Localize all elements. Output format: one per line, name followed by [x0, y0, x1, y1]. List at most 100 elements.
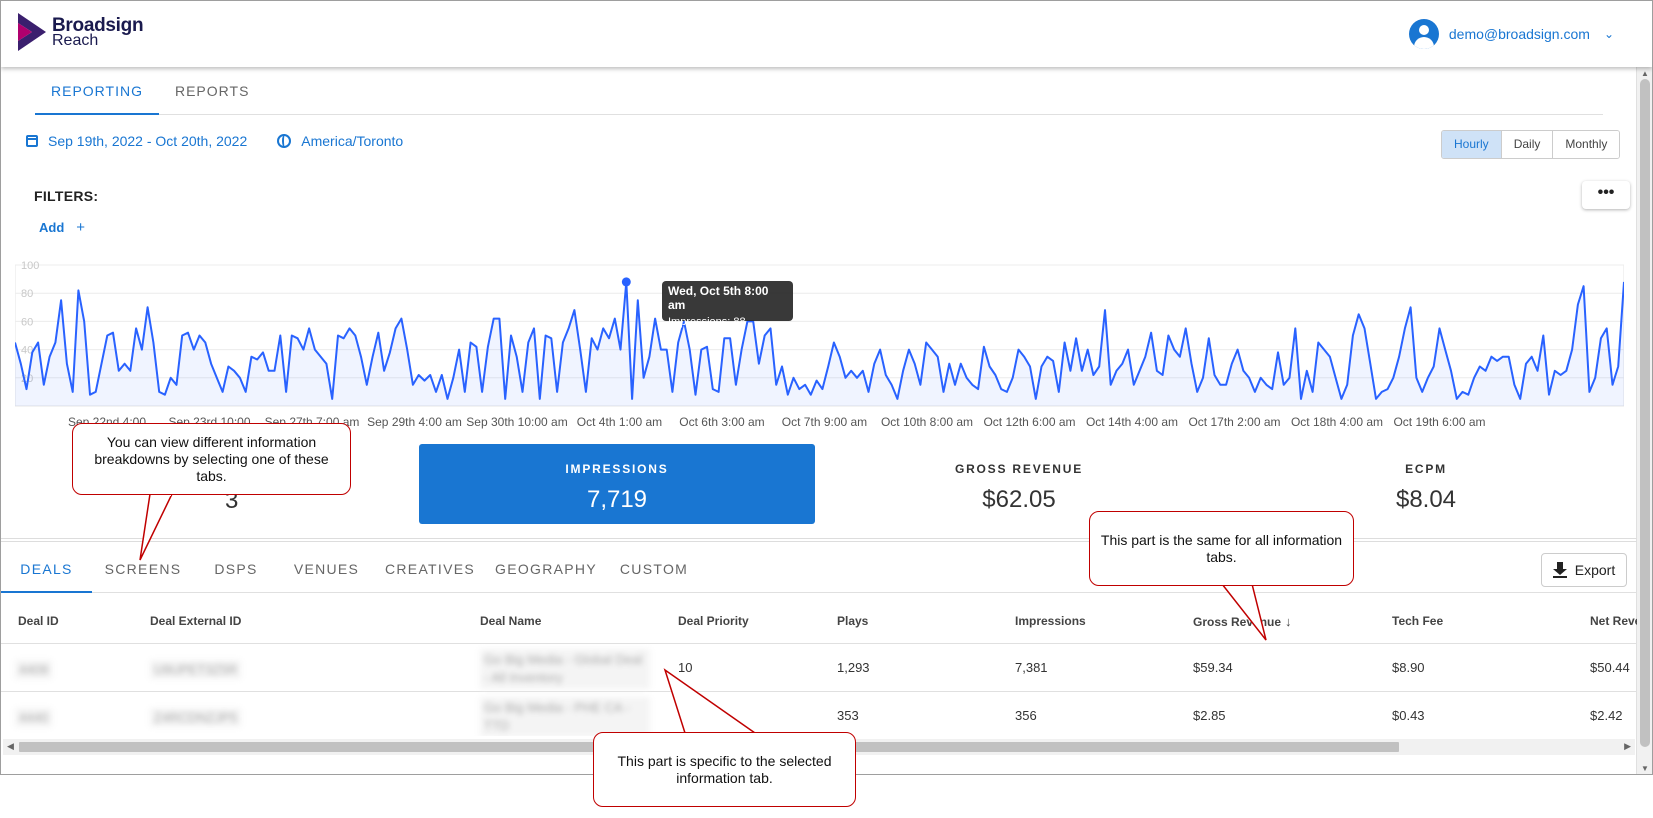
cell-deal-id: 4440 [15, 708, 52, 727]
tab-venues[interactable]: VENUES [278, 549, 375, 593]
kpi-value: 7,719 [586, 486, 648, 513]
plus-icon: + [76, 219, 86, 236]
kpi-label: GROSS REVENUE [954, 462, 1084, 476]
table-row[interactable]: 4440 Z4RCDNZJP5 Go Big Media - PHE CA - … [1, 692, 1637, 736]
granularity-toggle: Hourly Daily Monthly [1441, 130, 1621, 159]
deals-table: Deal ID Deal External ID Deal Name Deal … [1, 596, 1637, 736]
cell-impressions: 356 [1015, 708, 1037, 723]
app-header: Broadsign Reach demo@broadsign.com ⌄ [1, 1, 1652, 67]
date-timezone-row: Sep 19th, 2022 - Oct 20th, 2022 America/… [26, 133, 403, 149]
tab-dsps[interactable]: DSPS [194, 549, 278, 593]
granularity-monthly-button[interactable]: Monthly [1552, 131, 1620, 158]
brand-product: Reach [52, 32, 99, 49]
chart-x-tick-label: Oct 18th 4:00 am [1290, 415, 1384, 429]
section-divider [1, 538, 1637, 542]
chart-x-tick-label: Oct 17th 2:00 am [1188, 415, 1281, 429]
tab-geography[interactable]: GEOGRAPHY [485, 549, 607, 593]
cell-tech-fee: $8.90 [1392, 660, 1425, 675]
chart-tooltip: Wed, Oct 5th 8:00 am Impressions: 88 [662, 281, 793, 328]
chart-x-tick-label: Oct 4th 1:00 am [576, 415, 663, 429]
scroll-right-arrow-icon[interactable]: ▶ [1624, 741, 1631, 752]
cell-deal-name: Go Big Media - PHE CA - TTD [480, 697, 650, 736]
timezone-selector[interactable]: America/Toronto [301, 133, 403, 149]
user-email: demo@broadsign.com [1448, 26, 1590, 42]
kpi-label: ECPM [1405, 462, 1447, 476]
chart-x-tick-label: Oct 7th 9:00 am [781, 415, 868, 429]
account-avatar-icon [1408, 19, 1439, 49]
column-header-deal-priority[interactable]: Deal Priority [678, 614, 749, 628]
kpi-value: $62.05 [982, 486, 1056, 513]
cell-deal-external-id: Z4RCDNZJP5 [150, 708, 242, 727]
date-range-picker[interactable]: Sep 19th, 2022 - Oct 20th, 2022 [48, 133, 247, 149]
granularity-daily-button[interactable]: Daily [1500, 131, 1553, 158]
calendar-icon[interactable] [26, 135, 38, 147]
callout-tabs-note: You can view different information break… [72, 423, 351, 495]
cell-deal-external-id: U9UPET3Z5R [150, 660, 242, 679]
tab-reports[interactable]: REPORTS [159, 71, 265, 115]
more-options-button[interactable]: ••• [1582, 181, 1630, 209]
chart-x-tick-label: Oct 14th 4:00 am [1085, 415, 1179, 429]
gross-revenue-header-label: Gross Revenue [1193, 615, 1282, 629]
chart-x-tick-label: Oct 10th 8:00 am [880, 415, 974, 429]
cell-gross-revenue: $2.85 [1193, 708, 1226, 723]
tooltip-value: Impressions: 88 [668, 316, 746, 328]
tab-creatives[interactable]: CREATIVES [375, 549, 485, 593]
cell-deal-name: Go Big Media - Global Deal - All Invento… [480, 649, 650, 689]
chart-x-tick-label: Sep 30th 10:00 am [466, 415, 568, 429]
download-icon [1552, 562, 1567, 578]
column-header-gross-revenue[interactable]: Gross Revenue ↓ [1193, 614, 1292, 629]
scrollbar-thumb[interactable] [1640, 79, 1650, 747]
scroll-left-arrow-icon[interactable]: ◀ [7, 741, 14, 752]
add-filter-button[interactable]: Add + [39, 219, 85, 236]
cell-deal-id: 4409 [15, 660, 52, 679]
add-filter-label: Add [39, 220, 65, 235]
cell-net-revenue: $2.42 [1590, 708, 1623, 723]
column-header-deal-id[interactable]: Deal ID [18, 614, 59, 628]
tab-deals[interactable]: DEALS [1, 549, 92, 593]
cell-net-revenue: $50.44 [1590, 660, 1630, 675]
chevron-down-icon: ⌄ [1603, 27, 1614, 41]
impressions-chart[interactable]: 20406080100 [15, 253, 1624, 428]
scroll-down-arrow-icon[interactable]: ▼ [1641, 764, 1649, 773]
tooltip-title: Wed, Oct 5th 8:00 am [668, 284, 769, 312]
cell-impressions: 7,381 [1015, 660, 1048, 675]
chart-x-tick-label: Oct 19th 6:00 am [1393, 415, 1486, 429]
chart-x-tick-label: Sep 29th 4:00 am [367, 415, 462, 429]
kpi-value: $8.04 [1395, 486, 1457, 513]
broadsign-logo[interactable] [18, 13, 46, 51]
information-tabs: DEALS SCREENS DSPS VENUES CREATIVES GEOG… [1, 549, 1637, 593]
tab-screens[interactable]: SCREENS [92, 549, 194, 593]
tab-reporting[interactable]: REPORTING [35, 71, 159, 115]
chart-y-tick-label: 100 [21, 260, 39, 272]
kpi-impressions[interactable]: IMPRESSIONS 7,719 [419, 444, 815, 524]
cell-plays: 353 [837, 708, 859, 723]
vertical-scrollbar[interactable]: ▲ ▼ [1636, 67, 1652, 774]
column-header-net-revenue[interactable]: Net Reve [1590, 614, 1637, 628]
chart-y-tick-label: 80 [21, 288, 33, 300]
scroll-up-arrow-icon[interactable]: ▲ [1641, 69, 1649, 78]
column-header-impressions[interactable]: Impressions [1015, 614, 1086, 628]
globe-icon[interactable] [277, 134, 292, 148]
chart-y-tick-label: 60 [21, 316, 33, 328]
cell-plays: 1,293 [837, 660, 870, 675]
tab-custom[interactable]: CUSTOM [607, 549, 701, 593]
chart-x-tick-label: Oct 6th 3:00 am [679, 415, 765, 429]
user-menu[interactable]: demo@broadsign.com ⌄ [1408, 19, 1614, 49]
export-label: Export [1574, 562, 1616, 578]
main-tabs: REPORTING REPORTS [35, 71, 1603, 115]
table-row[interactable]: 4409 U9UPET3Z5R Go Big Media - Global De… [1, 644, 1637, 692]
column-header-tech-fee[interactable]: Tech Fee [1392, 614, 1443, 628]
column-header-deal-name[interactable]: Deal Name [480, 614, 541, 628]
cell-deal-priority: 10 [678, 660, 693, 675]
column-header-deal-external-id[interactable]: Deal External ID [150, 614, 241, 628]
granularity-hourly-button[interactable]: Hourly [1442, 131, 1501, 158]
chart-x-tick-label: Oct 12th 6:00 am [983, 415, 1076, 429]
kpi-label: IMPRESSIONS [565, 462, 669, 476]
app-window: Broadsign Reach demo@broadsign.com ⌄ ▲ ▼… [0, 0, 1653, 775]
export-button[interactable]: Export [1541, 553, 1627, 587]
cell-tech-fee: $0.43 [1392, 708, 1425, 723]
table-header-row: Deal ID Deal External ID Deal Name Deal … [1, 596, 1637, 644]
chart-highlight-point[interactable] [621, 277, 631, 287]
callout-shared-part-note: This part is the same for all informatio… [1089, 511, 1354, 586]
column-header-plays[interactable]: Plays [837, 614, 868, 628]
